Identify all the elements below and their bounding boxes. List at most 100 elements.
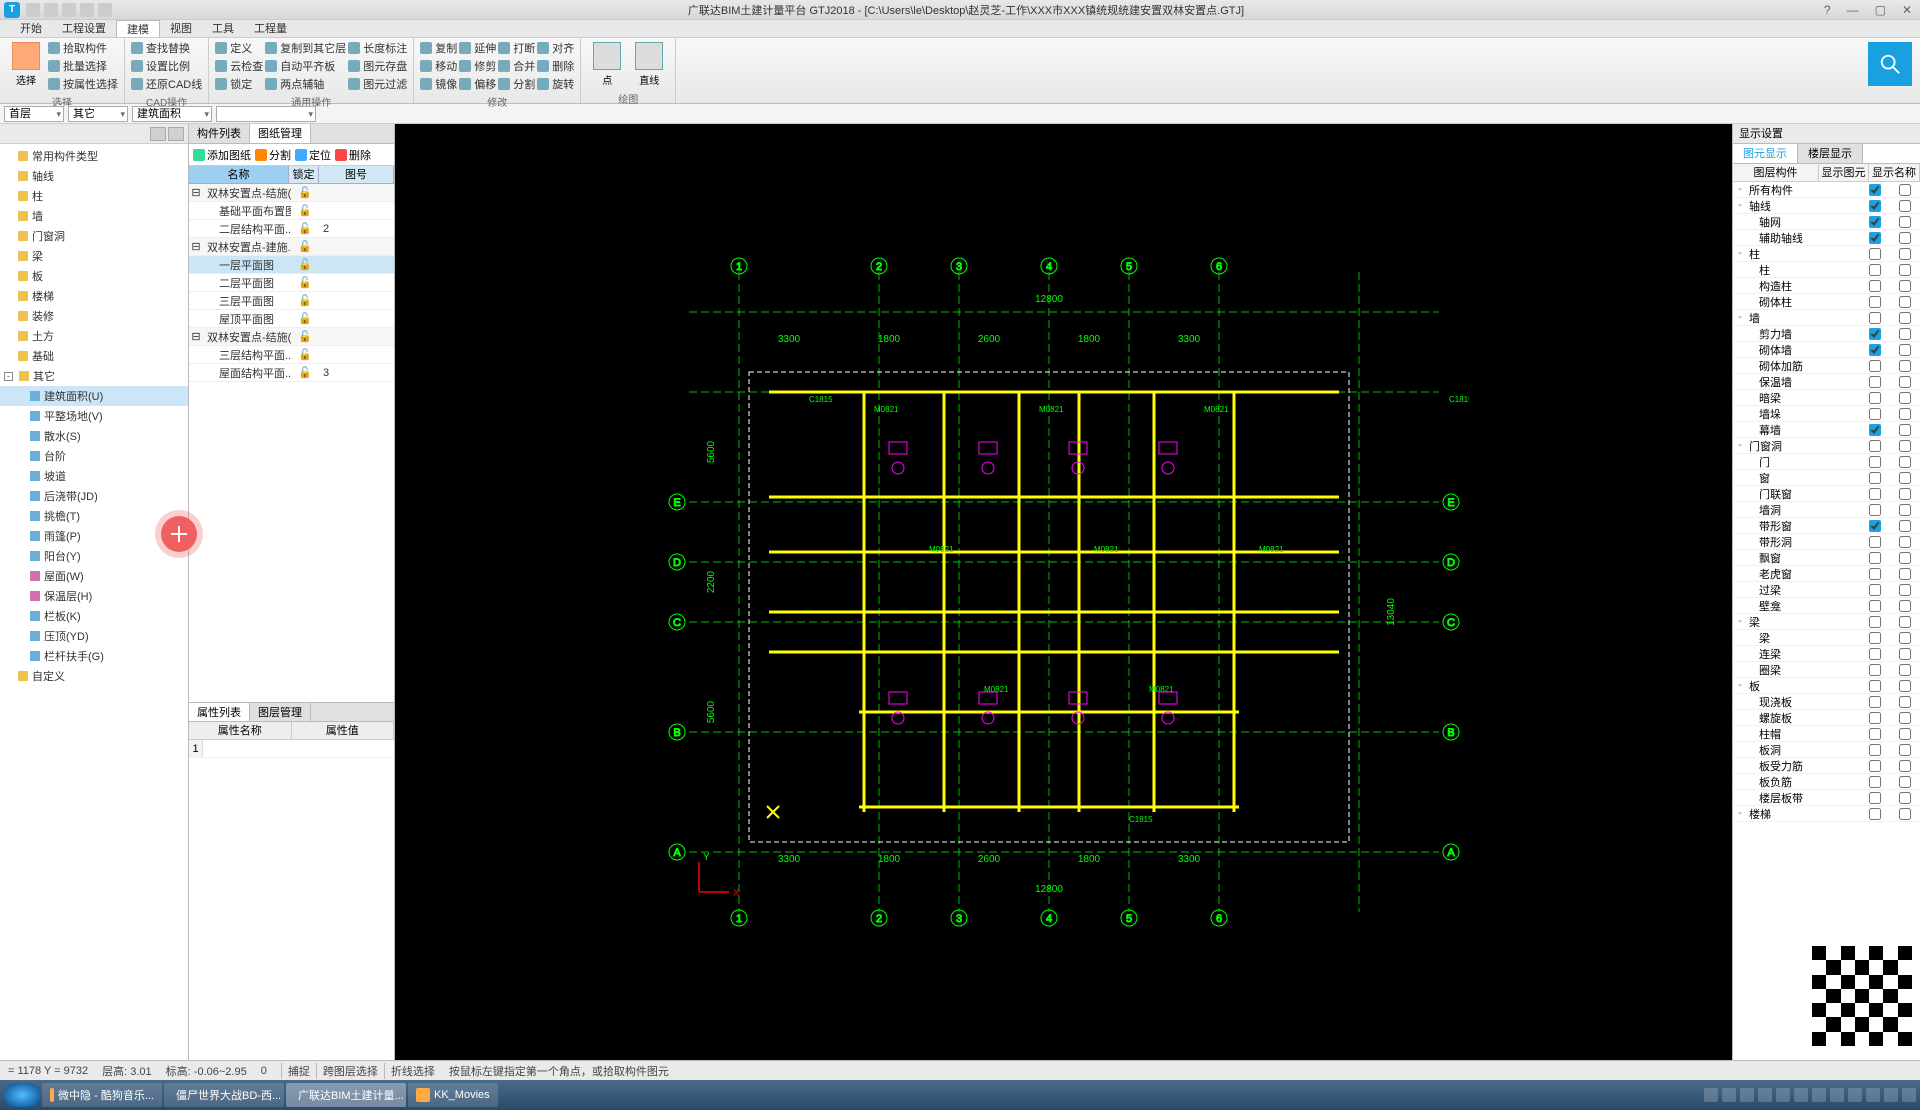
drawing-row[interactable]: ⊟双林安置点-结施(...🔓: [189, 184, 394, 202]
ribbon-cmd[interactable]: 拾取构件: [48, 40, 118, 56]
display-row[interactable]: -所有构件: [1733, 182, 1920, 198]
ribbon-cmd[interactable]: 云检查: [215, 58, 263, 74]
extra-combo[interactable]: [216, 106, 316, 122]
tree-item[interactable]: 基础: [0, 346, 188, 366]
drawing-row[interactable]: 二层结构平面...🔓2: [189, 220, 394, 238]
display-row[interactable]: -梁: [1733, 614, 1920, 630]
ribbon-cmd[interactable]: 旋转: [537, 76, 574, 92]
tree-item[interactable]: 装修: [0, 306, 188, 326]
display-row[interactable]: 轴网: [1733, 214, 1920, 230]
qat-save[interactable]: [62, 3, 76, 17]
tree-item[interactable]: 雨篷(P): [0, 526, 188, 546]
menu-工程量[interactable]: 工程量: [244, 20, 297, 37]
display-row[interactable]: 圈梁: [1733, 662, 1920, 678]
menu-建模[interactable]: 建模: [116, 20, 160, 37]
dw-tb-item[interactable]: 分割: [255, 147, 291, 163]
task-item[interactable]: KK_Movies: [408, 1083, 498, 1107]
help-icon[interactable]: ?: [1820, 3, 1835, 17]
menu-工程设置[interactable]: 工程设置: [52, 20, 116, 37]
tree-item[interactable]: 平整场地(V): [0, 406, 188, 426]
display-row[interactable]: 剪力墙: [1733, 326, 1920, 342]
ribbon-cmd[interactable]: 删除: [537, 58, 574, 74]
ribbon-cmd[interactable]: 复制: [420, 40, 457, 56]
display-row[interactable]: 老虎窗: [1733, 566, 1920, 582]
tree-item[interactable]: 栏板(K): [0, 606, 188, 626]
ribbon-cmd[interactable]: 打断: [498, 40, 535, 56]
display-row[interactable]: 连梁: [1733, 646, 1920, 662]
display-row[interactable]: -轴线: [1733, 198, 1920, 214]
ribbon-cmd[interactable]: 合并: [498, 58, 535, 74]
ribbon-cmd[interactable]: 还原CAD线: [131, 76, 202, 92]
ribbon-cmd[interactable]: 设置比例: [131, 58, 202, 74]
tree-item[interactable]: 散水(S): [0, 426, 188, 446]
ribbon-cmd[interactable]: 偏移: [459, 76, 496, 92]
floor-combo[interactable]: 首层: [4, 106, 64, 122]
display-row[interactable]: -柱: [1733, 246, 1920, 262]
display-row[interactable]: -楼梯: [1733, 806, 1920, 822]
add-marker[interactable]: [161, 516, 197, 552]
ribbon-cmd[interactable]: 修剪: [459, 58, 496, 74]
ribbon-cmd[interactable]: 定义: [215, 40, 263, 56]
display-row[interactable]: 飘窗: [1733, 550, 1920, 566]
drawing-row[interactable]: 屋面结构平面...🔓3: [189, 364, 394, 382]
display-row[interactable]: -板: [1733, 678, 1920, 694]
system-tray[interactable]: [1704, 1088, 1916, 1102]
tree-item[interactable]: 门窗洞: [0, 226, 188, 246]
ribbon-cmd[interactable]: 分割: [498, 76, 535, 92]
tree-item[interactable]: 墙: [0, 206, 188, 226]
display-row[interactable]: 板负筋: [1733, 774, 1920, 790]
tree-item[interactable]: 梁: [0, 246, 188, 266]
search-button[interactable]: [1868, 42, 1912, 86]
display-row[interactable]: 带形窗: [1733, 518, 1920, 534]
tab-drawing-mgr[interactable]: 图纸管理: [250, 124, 311, 143]
ribbon-cmd[interactable]: 图元过滤: [348, 76, 407, 92]
ribbon-cmd[interactable]: 长度标注: [348, 40, 407, 56]
ribbon-cmd[interactable]: 自动平齐板: [265, 58, 346, 74]
drawing-row[interactable]: 基础平面布置图🔓: [189, 202, 394, 220]
drawing-row[interactable]: 一层平面图🔓: [189, 256, 394, 274]
tab-properties[interactable]: 属性列表: [189, 703, 250, 721]
ribbon-cmd[interactable]: 移动: [420, 58, 457, 74]
drawing-row[interactable]: 二层平面图🔓: [189, 274, 394, 292]
tree-item[interactable]: 挑檐(T): [0, 506, 188, 526]
display-row[interactable]: 柱: [1733, 262, 1920, 278]
tree-item[interactable]: -其它: [0, 366, 188, 386]
display-row[interactable]: 门: [1733, 454, 1920, 470]
display-row[interactable]: 板洞: [1733, 742, 1920, 758]
display-row[interactable]: 幕墙: [1733, 422, 1920, 438]
dw-tb-item[interactable]: 删除: [335, 147, 371, 163]
tree-item[interactable]: 板: [0, 266, 188, 286]
display-row[interactable]: 板受力筋: [1733, 758, 1920, 774]
dw-tb-item[interactable]: 定位: [295, 147, 331, 163]
tree-item[interactable]: 屋面(W): [0, 566, 188, 586]
ribbon-cmd[interactable]: 查找替换: [131, 40, 202, 56]
task-item[interactable]: 僵尸世界大战BD-西...: [164, 1083, 284, 1107]
tree-view-icon[interactable]: [168, 127, 184, 141]
ribbon-cmd[interactable]: 按属性选择: [48, 76, 118, 92]
tree-item[interactable]: 土方: [0, 326, 188, 346]
drawing-row[interactable]: 三层结构平面...🔓: [189, 346, 394, 364]
list-view-icon[interactable]: [150, 127, 166, 141]
ribbon-cmd[interactable]: 图元存盘: [348, 58, 407, 74]
ribbon-cmd[interactable]: 延伸: [459, 40, 496, 56]
display-row[interactable]: 门联窗: [1733, 486, 1920, 502]
display-row[interactable]: 带形洞: [1733, 534, 1920, 550]
display-row[interactable]: 窗: [1733, 470, 1920, 486]
menu-开始[interactable]: 开始: [10, 20, 52, 37]
tree-item[interactable]: 常用构件类型: [0, 146, 188, 166]
display-row[interactable]: 辅助轴线: [1733, 230, 1920, 246]
tree-item[interactable]: 栏杆扶手(G): [0, 646, 188, 666]
display-row[interactable]: 暗梁: [1733, 390, 1920, 406]
tab-floor-display[interactable]: 楼层显示: [1798, 144, 1863, 163]
component-combo[interactable]: 建筑面积: [132, 106, 212, 122]
tree-item[interactable]: 柱: [0, 186, 188, 206]
select-tool[interactable]: 选择: [6, 40, 46, 92]
drawing-row[interactable]: 三层平面图🔓: [189, 292, 394, 310]
display-row[interactable]: 柱帽: [1733, 726, 1920, 742]
display-row[interactable]: 墙洞: [1733, 502, 1920, 518]
qat-new[interactable]: [26, 3, 40, 17]
drawing-row[interactable]: 屋顶平面图🔓: [189, 310, 394, 328]
menu-视图[interactable]: 视图: [160, 20, 202, 37]
drawing-canvas[interactable]: 112233445566AABBCCDDEE128001280033001800…: [395, 124, 1732, 1060]
display-row[interactable]: 墙垛: [1733, 406, 1920, 422]
